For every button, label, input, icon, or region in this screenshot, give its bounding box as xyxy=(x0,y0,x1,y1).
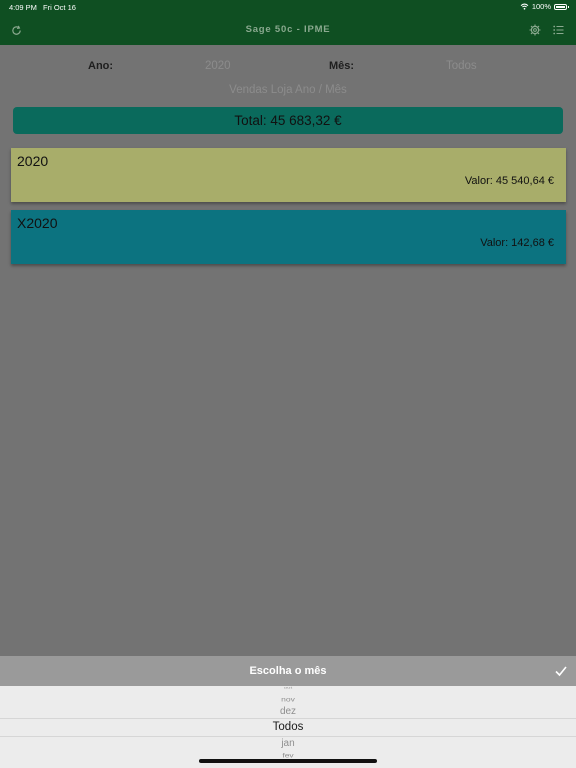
picker-option[interactable]: out xyxy=(0,687,576,690)
picker-option[interactable]: dez xyxy=(0,706,576,717)
card-amount: Valor: 45 540,64 € xyxy=(464,175,554,187)
year-select[interactable]: 2020 xyxy=(205,60,231,72)
card-name: 2020 xyxy=(17,153,49,169)
status-date: Fri Oct 16 xyxy=(43,3,76,12)
status-bar: 4:09 PM Fri Oct 16 100% xyxy=(0,0,576,14)
status-right: 100% xyxy=(520,2,569,11)
picker-option[interactable]: nov xyxy=(0,695,576,703)
month-picker-wheel[interactable]: out nov dez Todos jan fev xyxy=(0,686,576,768)
picker-selection-line xyxy=(0,736,576,737)
picker-toolbar: Escolha o mês xyxy=(0,656,576,686)
month-select[interactable]: Todos xyxy=(446,60,477,72)
report-subtitle: Vendas Loja Ano / Mês xyxy=(229,84,347,96)
battery-icon xyxy=(554,3,569,10)
year-card[interactable]: X2020 Valor: 142,68 € xyxy=(11,210,566,264)
year-label: Ano: xyxy=(88,60,114,72)
gear-icon[interactable] xyxy=(528,23,542,37)
home-indicator[interactable] xyxy=(199,759,377,763)
wifi-icon xyxy=(520,3,529,10)
page-title: Sage 50c - IPME xyxy=(245,24,331,35)
picker-selection-line xyxy=(0,718,576,719)
list-icon[interactable] xyxy=(551,23,565,37)
year-card[interactable]: 2020 Valor: 45 540,64 € xyxy=(11,148,566,202)
checkmark-icon[interactable] xyxy=(554,664,568,678)
card-name: X2020 xyxy=(17,215,58,231)
picker-option[interactable]: jan xyxy=(0,738,576,749)
total-bar: Total: 45 683,32 € xyxy=(13,107,563,134)
picker-option[interactable]: fev xyxy=(0,751,576,759)
nav-bar: Sage 50c - IPME xyxy=(0,14,576,45)
status-time: 4:09 PM xyxy=(9,3,37,12)
card-amount: Valor: 142,68 € xyxy=(480,237,554,249)
month-label: Mês: xyxy=(329,60,355,72)
picker-option-selected[interactable]: Todos xyxy=(0,721,576,733)
picker-title: Escolha o mês xyxy=(249,665,327,677)
battery-percent: 100% xyxy=(531,2,551,11)
